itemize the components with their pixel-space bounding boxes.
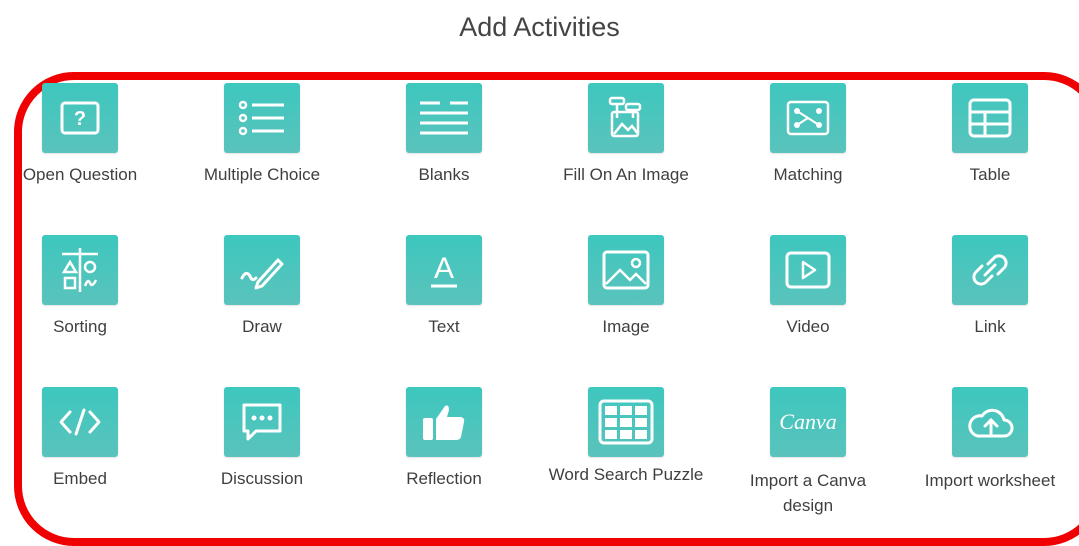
text-a-icon: A bbox=[406, 235, 482, 305]
svg-text:Canva: Canva bbox=[779, 409, 836, 434]
activity-label: Link bbox=[974, 317, 1006, 336]
sorting-icon bbox=[42, 235, 118, 305]
activity-draw[interactable]: Draw bbox=[182, 235, 342, 355]
activity-multiple-choice[interactable]: Multiple Choice bbox=[182, 83, 342, 203]
activity-label: Multiple Choice bbox=[203, 165, 321, 184]
activity-blanks[interactable]: Blanks bbox=[364, 83, 524, 203]
activity-label: Open Question bbox=[22, 165, 138, 184]
activity-reflection[interactable]: Reflection bbox=[364, 387, 524, 507]
activity-label: Import worksheet bbox=[924, 471, 1056, 490]
grid-puzzle-icon bbox=[588, 387, 664, 457]
activity-label: Discussion bbox=[220, 469, 304, 488]
activity-embed[interactable]: Embed bbox=[0, 387, 160, 507]
lines-icon bbox=[406, 83, 482, 153]
activity-text[interactable]: A Text bbox=[364, 235, 524, 355]
activity-label: Reflection bbox=[406, 469, 482, 488]
activity-label: Import a Canva design bbox=[749, 471, 867, 515]
activity-fill-on-an-image[interactable]: Fill On An Image bbox=[546, 83, 706, 203]
activity-label: Embed bbox=[53, 469, 107, 488]
list-bullets-icon bbox=[224, 83, 300, 153]
activity-matching[interactable]: Matching bbox=[728, 83, 888, 203]
activity-label: Table bbox=[969, 165, 1011, 184]
pencil-icon bbox=[224, 235, 300, 305]
image-labels-icon bbox=[588, 83, 664, 153]
page-title: Add Activities bbox=[459, 12, 620, 42]
activity-label: Word Search Puzzle bbox=[548, 465, 704, 484]
image-icon bbox=[588, 235, 664, 305]
link-chain-icon bbox=[952, 235, 1028, 305]
activity-table[interactable]: Table bbox=[910, 83, 1070, 203]
activity-open-question[interactable]: ? Open Question bbox=[0, 83, 160, 203]
activity-image[interactable]: Image bbox=[546, 235, 706, 355]
table-icon bbox=[952, 83, 1028, 153]
activity-label: Fill On An Image bbox=[563, 165, 689, 184]
svg-text:?: ? bbox=[74, 108, 86, 130]
activity-label: Blanks bbox=[418, 165, 470, 184]
code-icon bbox=[42, 387, 118, 457]
activity-import-worksheet[interactable]: Import worksheet bbox=[910, 387, 1070, 507]
activity-label: Matching bbox=[773, 165, 843, 184]
activity-label: Sorting bbox=[53, 317, 107, 336]
activity-label: Video bbox=[786, 317, 830, 336]
activity-label: Image bbox=[602, 317, 650, 336]
matching-icon bbox=[770, 83, 846, 153]
activity-label: Text bbox=[428, 317, 460, 336]
question-box-icon: ? bbox=[42, 83, 118, 153]
activity-label: Draw bbox=[242, 317, 282, 336]
svg-text:A: A bbox=[434, 252, 454, 285]
video-play-icon bbox=[770, 235, 846, 305]
chat-bubble-icon bbox=[224, 387, 300, 457]
activity-word-search-puzzle[interactable]: Word Search Puzzle bbox=[546, 387, 706, 507]
activity-sorting[interactable]: Sorting bbox=[0, 235, 160, 355]
activity-discussion[interactable]: Discussion bbox=[182, 387, 342, 507]
activity-link[interactable]: Link bbox=[910, 235, 1070, 355]
activity-import-canva[interactable]: Canva Import a Canva design bbox=[728, 387, 888, 515]
activity-video[interactable]: Video bbox=[728, 235, 888, 355]
canva-logo: Canva bbox=[770, 387, 846, 457]
cloud-upload-icon bbox=[952, 387, 1028, 457]
thumbs-up-icon bbox=[406, 387, 482, 457]
